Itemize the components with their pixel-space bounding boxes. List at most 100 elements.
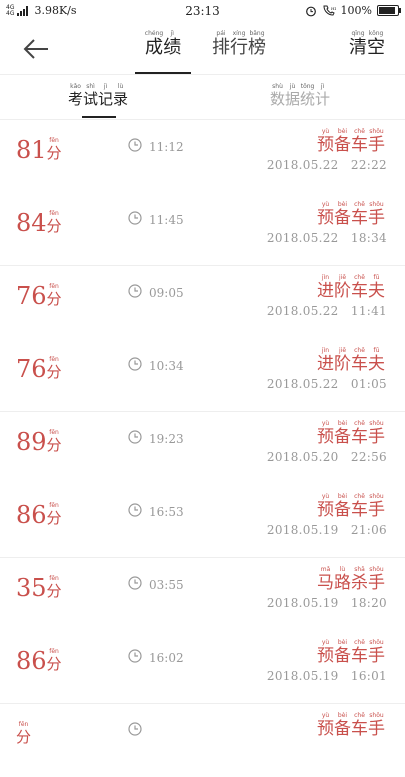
sub-tab-bar: 考kǎo试shì记jì录lù 数shù据jù统tǒng计jì bbox=[0, 75, 405, 120]
clock-icon bbox=[128, 429, 142, 444]
svg-text:HD: HD bbox=[331, 6, 336, 11]
exam-datetime: 2018.05.22 11:41 bbox=[266, 304, 387, 318]
score-value: 81分fēn bbox=[16, 136, 62, 164]
clock-icon bbox=[128, 137, 142, 152]
score-unit: 分fēn bbox=[46, 209, 62, 235]
exam-duration: 10:34 bbox=[149, 358, 184, 373]
active-tab-indicator bbox=[135, 72, 191, 74]
clock-icon bbox=[128, 283, 142, 298]
rank-title-text: 预yù备bèi车chē手shǒu bbox=[317, 128, 385, 155]
exam-duration: 03:55 bbox=[149, 578, 184, 592]
score-value: 76分fēn bbox=[16, 355, 62, 383]
rank-title-text: 预yù备bèi车chē手shǒu bbox=[317, 420, 385, 447]
score-number: 86 bbox=[16, 646, 47, 675]
tab-exam-records-label: 考kǎo试shì记jì录lù bbox=[68, 83, 129, 108]
exam-record-list[interactable]: 81分fēn 11:12 预yù备bèi车chē手shǒu 2018.05.22 22… bbox=[0, 120, 405, 777]
exam-datetime: 2018.05.19 18:20 bbox=[266, 596, 387, 610]
rank-title-text: 进jìn阶jiē车chē夫fū bbox=[317, 274, 385, 301]
exam-datetime: 2018.05.22 22:22 bbox=[266, 158, 387, 172]
score-number: 76 bbox=[16, 282, 47, 310]
rank-title: 进jìn阶jiē车chē夫fū bbox=[317, 347, 385, 374]
battery-icon bbox=[377, 5, 401, 16]
tab-leaderboard[interactable]: 排pái行xíng榜bǎng bbox=[212, 30, 266, 59]
exam-duration: 19:23 bbox=[149, 432, 184, 446]
clock-icon bbox=[128, 721, 142, 736]
rank-title: 马mǎ路lù杀shā手shǒu bbox=[317, 566, 385, 593]
clock-icon bbox=[128, 502, 142, 517]
score-value: 89分fēn bbox=[16, 428, 62, 456]
rank-title-text: 预yù备bèi车chē手shǒu bbox=[317, 492, 385, 520]
score-unit: 分fēn bbox=[46, 137, 62, 162]
tab-data-statistics[interactable]: 数shù据jù统tǒng计jì bbox=[270, 83, 330, 109]
call-icon: HD bbox=[323, 5, 336, 16]
rank-title: 预yù备bèi车chē手shǒu bbox=[317, 128, 385, 155]
battery-percent: 100% bbox=[340, 4, 372, 17]
score-number: 84 bbox=[16, 208, 47, 237]
exam-datetime: 2018.05.19 21:06 bbox=[266, 522, 387, 537]
score-unit: 分fēn bbox=[46, 355, 62, 381]
score-unit: 分fēn bbox=[46, 647, 62, 673]
tab-scores-label: 成chéng绩jì bbox=[144, 30, 182, 58]
tab-data-statistics-label: 数shù据jù统tǒng计jì bbox=[270, 83, 331, 108]
clear-button-label: 清qīng空kōng bbox=[349, 30, 385, 58]
score-number: 89 bbox=[16, 428, 47, 456]
clock-icon bbox=[128, 575, 142, 590]
rank-title: 预yù备bèi车chē手shǒu bbox=[317, 420, 385, 447]
score-number: 35 bbox=[16, 574, 47, 602]
rank-title: 进jìn阶jiē车chē夫fū bbox=[317, 274, 385, 301]
exam-record-row[interactable]: 分fēn 预yù备bèi车chē手shǒu bbox=[0, 703, 405, 777]
status-bar: 4G4G 3.98K/s 23:13 HD 100% bbox=[0, 0, 405, 24]
score-unit: 分fēn bbox=[46, 283, 62, 308]
clock-icon bbox=[128, 356, 142, 371]
exam-record-row[interactable]: 84分fēn 11:45 预yù备bèi车chē手shǒu 2018.05.22 18… bbox=[0, 193, 405, 266]
rank-title-text: 马mǎ路lù杀shā手shǒu bbox=[317, 566, 385, 593]
clock-icon bbox=[128, 648, 142, 663]
clear-button[interactable]: 清qīng空kōng bbox=[349, 30, 385, 59]
exam-datetime: 2018.05.19 16:01 bbox=[266, 668, 387, 683]
score-value: 86分fēn bbox=[16, 501, 62, 529]
rank-title: 预yù备bèi车chē手shǒu bbox=[317, 493, 385, 520]
tab-scores[interactable]: 成chéng绩jì bbox=[135, 30, 191, 74]
clock-icon bbox=[128, 210, 142, 225]
score-value: 分fēn bbox=[16, 720, 31, 748]
score-value: 86分fēn bbox=[16, 647, 62, 675]
rank-title-text: 预yù备bèi车chē手shǒu bbox=[317, 200, 385, 228]
exam-record-row[interactable]: 86分fēn 16:53 预yù备bèi车chē手shǒu 2018.05.19 21… bbox=[0, 485, 405, 558]
exam-record-row[interactable]: 81分fēn 11:12 预yù备bèi车chē手shǒu 2018.05.22 22… bbox=[0, 120, 405, 193]
score-unit: 分fēn bbox=[46, 501, 62, 527]
alarm-icon bbox=[305, 6, 316, 16]
exam-record-row[interactable]: 76分fēn 09:05 进jìn阶jiē车chē夫fū 2018.05.22 11:… bbox=[0, 265, 405, 339]
score-unit: 分fēn bbox=[46, 575, 62, 600]
rank-title: 预yù备bèi车chē手shǒu bbox=[317, 201, 385, 228]
rank-title-text: 预yù备bèi车chē手shǒu bbox=[317, 638, 385, 666]
back-arrow-icon[interactable] bbox=[22, 38, 50, 60]
exam-record-row[interactable]: 89分fēn 19:23 预yù备bèi车chē手shǒu 2018.05.20 22… bbox=[0, 411, 405, 485]
tab-exam-records[interactable]: 考kǎo试shì记jì录lù bbox=[68, 83, 129, 118]
score-value: 76分fēn bbox=[16, 282, 62, 310]
score-unit: 分fēn bbox=[16, 721, 32, 746]
active-subtab-indicator bbox=[82, 116, 116, 118]
exam-record-row[interactable]: 86分fēn 16:02 预yù备bèi车chē手shǒu 2018.05.19 16… bbox=[0, 631, 405, 704]
score-value: 84分fēn bbox=[16, 209, 62, 237]
score-number: 76 bbox=[16, 354, 47, 383]
tab-leaderboard-label: 排pái行xíng榜bǎng bbox=[212, 30, 266, 58]
rank-title-text: 进jìn阶jiē车chē夫fū bbox=[317, 346, 385, 374]
exam-duration: 09:05 bbox=[149, 286, 184, 300]
score-unit: 分fēn bbox=[46, 429, 62, 454]
exam-record-row[interactable]: 76分fēn 10:34 进jìn阶jiē车chē夫fū 2018.05.22 01:… bbox=[0, 339, 405, 412]
exam-duration: 16:53 bbox=[149, 504, 184, 519]
score-number: 86 bbox=[16, 500, 47, 529]
exam-duration: 11:12 bbox=[149, 140, 184, 154]
score-value: 35分fēn bbox=[16, 574, 62, 602]
exam-duration: 16:02 bbox=[149, 650, 184, 665]
exam-datetime: 2018.05.20 22:56 bbox=[266, 450, 387, 464]
exam-datetime: 2018.05.22 01:05 bbox=[266, 376, 387, 391]
exam-record-row[interactable]: 35分fēn 03:55 马mǎ路lù杀shā手shǒu 2018.05.19 18:… bbox=[0, 557, 405, 631]
exam-duration: 11:45 bbox=[149, 212, 184, 227]
rank-title: 预yù备bèi车chē手shǒu bbox=[317, 712, 385, 739]
top-nav: 成chéng绩jì 排pái行xíng榜bǎng 清qīng空kōng bbox=[0, 24, 405, 75]
score-number: 81 bbox=[16, 136, 47, 164]
rank-title-text: 预yù备bèi车chē手shǒu bbox=[317, 712, 385, 739]
rank-title: 预yù备bèi车chē手shǒu bbox=[317, 639, 385, 666]
exam-datetime: 2018.05.22 18:34 bbox=[266, 230, 387, 245]
